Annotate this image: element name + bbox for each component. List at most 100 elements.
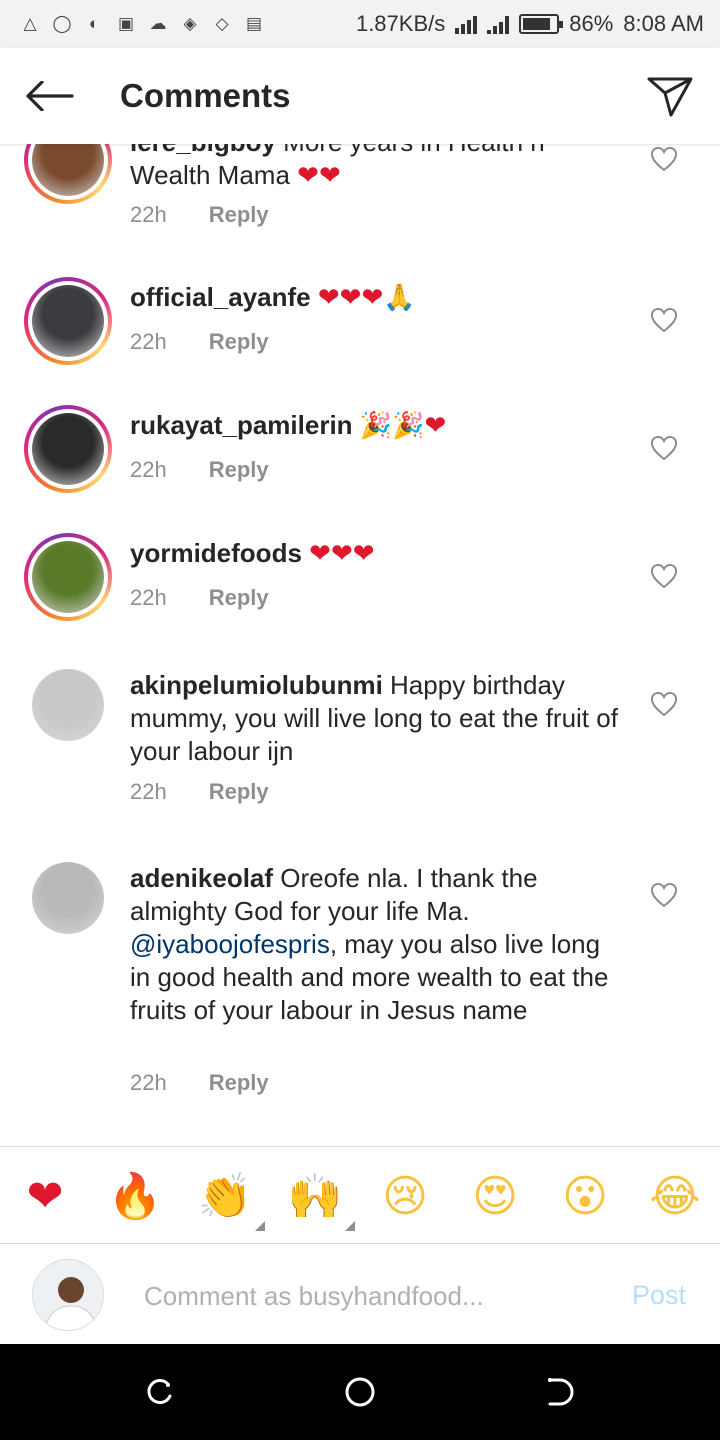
avatar-image bbox=[32, 862, 104, 934]
comment-input[interactable] bbox=[144, 1274, 584, 1318]
system-navigation-bar bbox=[0, 1344, 720, 1440]
battery-percent: 86% bbox=[569, 11, 614, 36]
avatar[interactable] bbox=[32, 862, 104, 934]
heart-icon[interactable] bbox=[650, 882, 678, 908]
home-icon[interactable] bbox=[344, 1376, 376, 1408]
skin-tone-indicator-icon bbox=[345, 1221, 355, 1231]
avatar-image bbox=[32, 413, 104, 485]
emoji-glyph: 👏 bbox=[197, 1171, 253, 1222]
activity-icon: ▤ bbox=[245, 14, 263, 33]
comment-time: 22h bbox=[130, 457, 167, 482]
heart-icon[interactable] bbox=[650, 435, 678, 461]
post-button[interactable]: Post bbox=[632, 1280, 686, 1311]
battery-fill bbox=[523, 18, 551, 30]
comment-time: 22h bbox=[130, 1070, 167, 1095]
page-title: Comments bbox=[120, 77, 291, 114]
back-nav-icon[interactable] bbox=[544, 1376, 576, 1408]
heart-icon[interactable] bbox=[650, 146, 678, 172]
reply-button[interactable]: Reply bbox=[209, 457, 269, 483]
comment-username[interactable]: yormidefoods bbox=[130, 538, 302, 568]
emoji-glyph: 🔥 bbox=[107, 1171, 163, 1222]
emoji-7[interactable]: 😂 bbox=[647, 1169, 703, 1225]
network-speed: 1.87KB/s bbox=[355, 11, 446, 36]
reply-button[interactable]: Reply bbox=[209, 1070, 269, 1096]
emoji-glyph: 🙌 bbox=[287, 1171, 343, 1222]
app-header: Comments bbox=[0, 48, 720, 144]
comment-body: adenikeolaf Oreofe nla. I thank the almi… bbox=[130, 862, 620, 1027]
comment-composer: Post bbox=[0, 1244, 720, 1344]
whatsapp-icon: ◯ bbox=[52, 14, 72, 33]
comment-meta: 22h Reply bbox=[130, 457, 269, 483]
recent-apps-icon[interactable] bbox=[144, 1376, 176, 1408]
comment-username[interactable]: akinpelumiolubunmi bbox=[130, 670, 383, 700]
comment-emojis: ❤❤❤🙏 bbox=[317, 282, 416, 312]
emoji-3[interactable]: 🙌 bbox=[287, 1169, 355, 1231]
avatar-image bbox=[33, 1260, 103, 1330]
avatar[interactable] bbox=[24, 144, 112, 204]
comment-time: 22h bbox=[130, 585, 167, 610]
comment-meta: 22h Reply bbox=[130, 585, 269, 611]
avatar[interactable] bbox=[32, 669, 104, 741]
battery-icon bbox=[519, 14, 564, 34]
emoji-1[interactable]: 🔥 bbox=[107, 1169, 163, 1225]
app-icon: ◐ bbox=[88, 14, 100, 33]
comment-username[interactable]: adenikeolaf bbox=[130, 863, 273, 893]
arrow-left-icon bbox=[26, 81, 74, 111]
share-button[interactable] bbox=[620, 48, 720, 144]
mention-link[interactable]: @iyaboojofespris bbox=[130, 929, 330, 959]
emoji-4[interactable]: 😢 bbox=[377, 1169, 433, 1225]
emoji-glyph: 😍 bbox=[472, 1171, 518, 1222]
avatar-image bbox=[32, 541, 104, 613]
status-bar: △ ◯ ◐ ▣ ☁ ◈ ◇ ▤ 1.87KB/s 86% 8:08 AM bbox=[0, 0, 720, 48]
comment-meta: 22h Reply bbox=[130, 779, 269, 805]
comment-meta: 22h Reply bbox=[130, 1070, 269, 1096]
comment-time: 22h bbox=[130, 329, 167, 354]
comment-emojis: 🎉🎉❤ bbox=[359, 410, 447, 440]
reply-button[interactable]: Reply bbox=[209, 329, 269, 355]
comment-username[interactable]: official_ayanfe bbox=[130, 282, 311, 312]
avatar-image bbox=[32, 144, 104, 196]
comment-emojis: ❤❤❤ bbox=[309, 538, 375, 568]
comment-meta: 22h Reply bbox=[130, 202, 269, 228]
comment-username[interactable]: rukayat_pamilerin bbox=[130, 410, 353, 440]
comment-body: yormidefoods ❤❤❤ bbox=[130, 537, 620, 570]
signal-strength-icon-2 bbox=[487, 14, 510, 34]
emoji-quick-bar: ❤ 🔥 👏 🙌 😢 😍 😮 😂 bbox=[0, 1146, 720, 1244]
emoji-2[interactable]: 👏 bbox=[197, 1169, 265, 1231]
paper-plane-icon bbox=[647, 77, 693, 117]
reply-button[interactable]: Reply bbox=[209, 202, 269, 228]
comment-body: lere_bigboy More years in Health n Wealt… bbox=[130, 144, 620, 192]
signal-strength-icon bbox=[455, 14, 478, 34]
avatar-image bbox=[32, 669, 104, 741]
skin-tone-indicator-icon bbox=[255, 1221, 265, 1231]
heart-icon[interactable] bbox=[650, 563, 678, 589]
warning-icon: △ bbox=[23, 14, 37, 33]
back-button[interactable] bbox=[0, 48, 100, 144]
avatar[interactable] bbox=[24, 405, 112, 493]
comment-body: rukayat_pamilerin 🎉🎉❤ bbox=[130, 409, 620, 442]
emoji-5[interactable]: 😍 bbox=[467, 1169, 523, 1225]
shield-check-icon: ◇ bbox=[215, 14, 229, 33]
heart-icon[interactable] bbox=[650, 307, 678, 333]
reply-button[interactable]: Reply bbox=[209, 585, 269, 611]
comment-emojis: ❤❤ bbox=[297, 160, 341, 190]
emoji-0[interactable]: ❤ bbox=[17, 1169, 73, 1225]
comments-list[interactable]: lere_bigboy More years in Health n Wealt… bbox=[0, 144, 720, 1146]
comment-body: akinpelumiolubunmi Happy birthday mummy,… bbox=[130, 669, 620, 768]
comment-body: official_ayanfe ❤❤❤🙏 bbox=[130, 281, 620, 314]
clock: 8:08 AM bbox=[623, 11, 704, 36]
current-user-avatar bbox=[32, 1259, 104, 1331]
notification-icons: △ ◯ ◐ ▣ ☁ ◈ ◇ ▤ bbox=[18, 12, 266, 36]
emoji-glyph: 😮 bbox=[562, 1171, 608, 1222]
emoji-6[interactable]: 😮 bbox=[557, 1169, 613, 1225]
emoji-glyph: 😢 bbox=[382, 1171, 428, 1222]
heart-icon[interactable] bbox=[650, 691, 678, 717]
comment-time: 22h bbox=[130, 779, 167, 804]
reply-button[interactable]: Reply bbox=[209, 779, 269, 805]
comment-username[interactable]: lere_bigboy bbox=[130, 144, 276, 157]
emoji-glyph: ❤ bbox=[26, 1171, 64, 1222]
shield-icon: ◈ bbox=[183, 14, 197, 33]
image-icon: ▣ bbox=[117, 14, 135, 33]
avatar[interactable] bbox=[24, 533, 112, 621]
avatar[interactable] bbox=[24, 277, 112, 365]
